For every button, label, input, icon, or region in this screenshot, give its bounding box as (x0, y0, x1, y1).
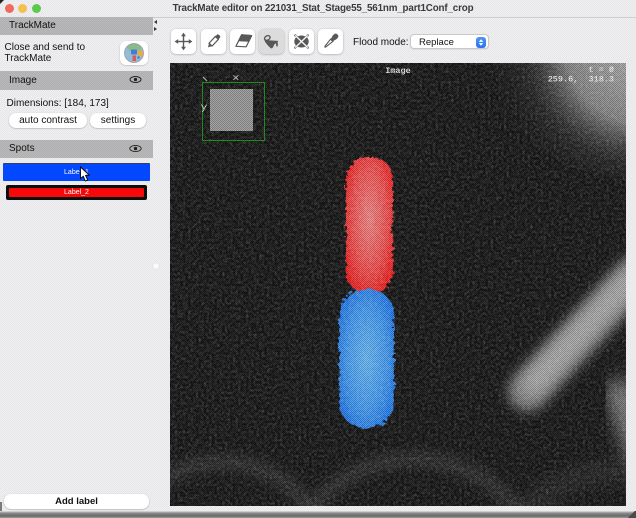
svg-text:Image: Image (385, 66, 411, 76)
svg-text:259.6, 318.3: 259.6, 318.3 (548, 75, 614, 85)
svg-text:t = 0: t = 0 (588, 65, 614, 75)
